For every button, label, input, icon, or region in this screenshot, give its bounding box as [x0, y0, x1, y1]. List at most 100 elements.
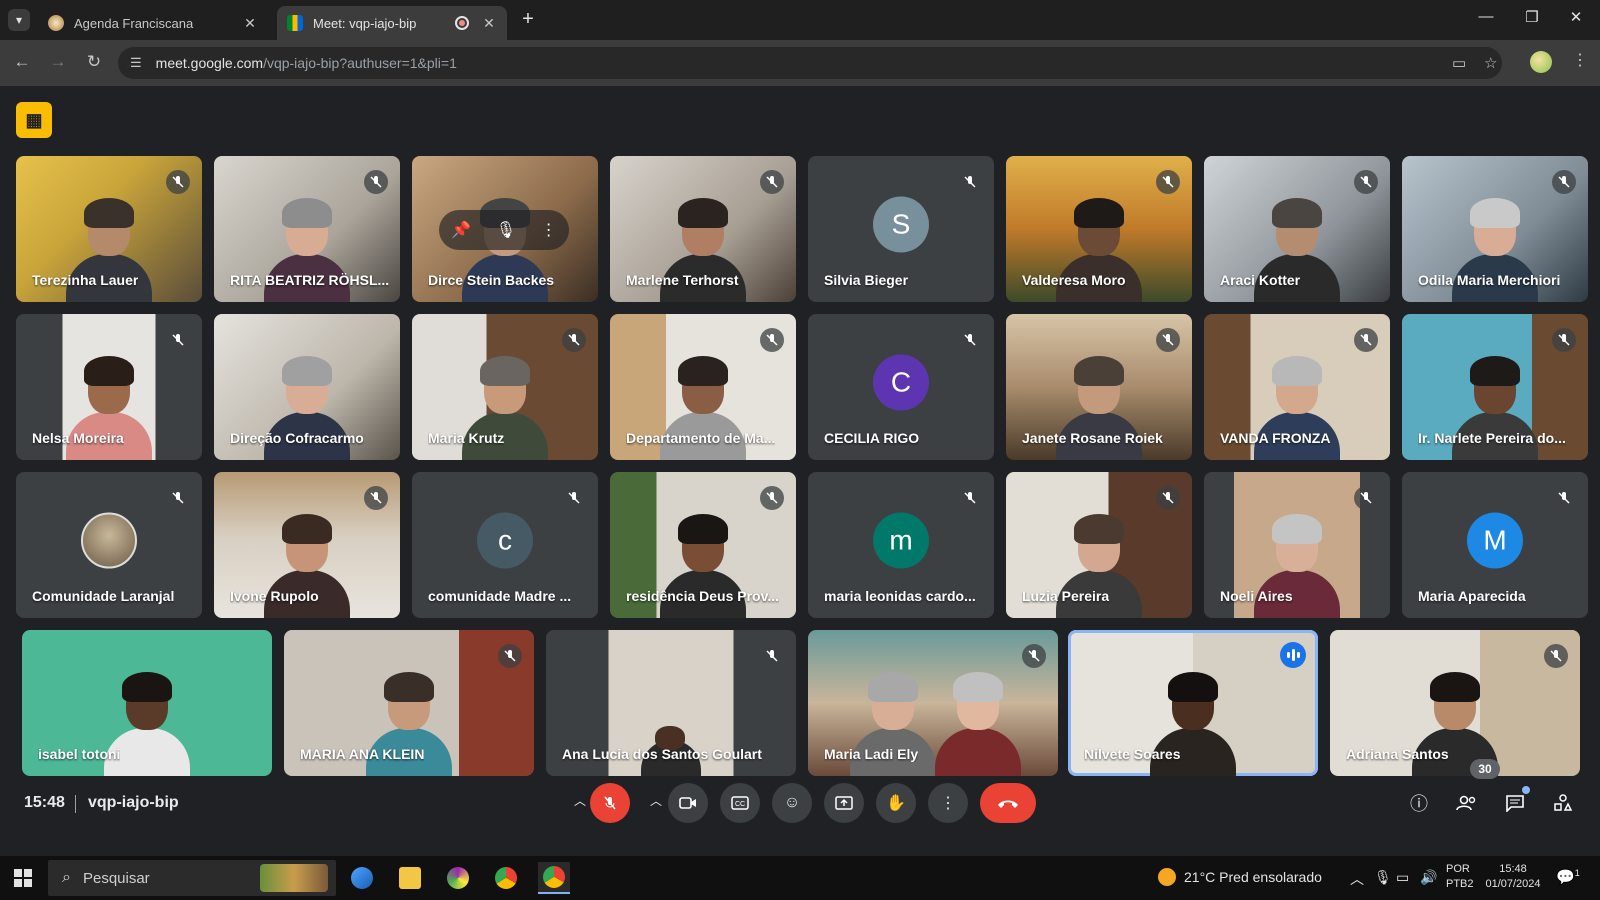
- volume-icon[interactable]: 🔊: [1420, 869, 1437, 886]
- tab-meet[interactable]: Meet: vqp-iajo-bip ✕: [277, 6, 507, 40]
- forward-icon[interactable]: →: [46, 52, 70, 72]
- muted-mic-icon: [166, 328, 190, 352]
- tab-title: Meet: vqp-iajo-bip: [313, 15, 417, 31]
- reload-icon[interactable]: ↻: [82, 52, 106, 72]
- pin-icon[interactable]: 📌: [451, 220, 471, 240]
- participant-tile[interactable]: VANDA FRONZA: [1204, 314, 1390, 460]
- participant-tile[interactable]: isabel totoni: [22, 630, 272, 776]
- participant-tile[interactable]: Noeli Aires: [1204, 472, 1390, 618]
- raise-hand-button[interactable]: ✋: [876, 783, 916, 823]
- new-tab-icon[interactable]: +: [516, 8, 540, 31]
- bookmark-star-icon[interactable]: ☆: [1484, 54, 1497, 72]
- restore-icon[interactable]: ❐: [1512, 8, 1552, 26]
- participant-tile[interactable]: Adriana Santos: [1330, 630, 1580, 776]
- participant-tile[interactable]: Maria Ladi Ely: [808, 630, 1058, 776]
- microphone-tray-icon[interactable]: 🎙: [1374, 869, 1392, 886]
- microphone-off-button[interactable]: [590, 783, 630, 823]
- people-icon[interactable]: [1454, 790, 1480, 816]
- participant-tile[interactable]: MARIA ANA KLEIN: [284, 630, 534, 776]
- speaking-indicator-icon: [1280, 642, 1306, 668]
- notification-center-icon[interactable]: 💬1: [1556, 868, 1580, 886]
- participant-tile[interactable]: Araci Kotter: [1204, 156, 1390, 302]
- participant-tile[interactable]: Direção Cofracarmo: [214, 314, 400, 460]
- site-info-icon[interactable]: ☰: [130, 55, 142, 71]
- meeting-clock: 15:48: [24, 794, 65, 811]
- participant-tile[interactable]: Ivone Rupolo: [214, 472, 400, 618]
- participant-tile[interactable]: Departamento de Ma...: [610, 314, 796, 460]
- participant-tile[interactable]: residência Deus Prov...: [610, 472, 796, 618]
- close-tab-icon[interactable]: ✕: [481, 15, 497, 32]
- participant-tile[interactable]: Comunidade Laranjal: [16, 472, 202, 618]
- network-icon[interactable]: ▭: [1396, 869, 1409, 886]
- participant-tile[interactable]: Maria Krutz: [412, 314, 598, 460]
- reactions-button[interactable]: ☺: [772, 783, 812, 823]
- participant-tile[interactable]: Marlene Terhorst: [610, 156, 796, 302]
- more-options-button[interactable]: ⋮: [928, 783, 968, 823]
- participant-tile-speaking[interactable]: Nilvete Soares: [1068, 630, 1318, 776]
- chrome-icon: [495, 867, 517, 889]
- taskbar-app-people[interactable]: [346, 862, 378, 894]
- participant-tile[interactable]: Terezinha Lauer: [16, 156, 202, 302]
- minimize-icon[interactable]: —: [1466, 8, 1506, 25]
- muted-mic-icon: [1552, 170, 1576, 194]
- cast-camera-icon[interactable]: ▭: [1452, 54, 1466, 72]
- notification-count: 1: [1574, 868, 1580, 878]
- audio-options-chevron-icon[interactable]: ︿: [574, 792, 586, 809]
- participant-tile[interactable]: m maria leonidas cardo...: [808, 472, 994, 618]
- participant-tile[interactable]: RITA BEATRIZ RÖHSL...: [214, 156, 400, 302]
- close-tab-icon[interactable]: ✕: [242, 15, 258, 32]
- tray-chevron-icon[interactable]: ︿: [1350, 869, 1364, 889]
- taskbar-clock[interactable]: 15:48 01/07/2024: [1482, 862, 1544, 892]
- tab-search-menu-icon[interactable]: ▾: [8, 9, 30, 31]
- participant-tile[interactable]: Odila Maria Merchiori: [1402, 156, 1588, 302]
- participant-tile[interactable]: Valderesa Moro: [1006, 156, 1192, 302]
- meet-stage: ▦ Terezinha Lauer RITA BEATRIZ RÖHSL... …: [0, 86, 1600, 856]
- participant-tile[interactable]: S Silvia Bieger: [808, 156, 994, 302]
- taskbar-app-pinned[interactable]: [442, 862, 474, 894]
- participant-tile[interactable]: M Maria Aparecida: [1402, 472, 1588, 618]
- participant-tile[interactable]: Luzia Pereira: [1006, 472, 1192, 618]
- leave-call-button[interactable]: [980, 783, 1036, 823]
- taskbar-app-chrome-active[interactable]: [538, 862, 570, 894]
- participant-tile[interactable]: Nelsa Moreira: [16, 314, 202, 460]
- participant-name: Janete Rosane Roiek: [1022, 430, 1163, 446]
- more-options-icon[interactable]: ⋮: [541, 220, 557, 240]
- language-indicator[interactable]: POR PTB2: [1446, 862, 1474, 892]
- captions-button[interactable]: CC: [720, 783, 760, 823]
- video-options-chevron-icon[interactable]: ︿: [650, 792, 662, 809]
- taskbar-app-explorer[interactable]: [394, 862, 426, 894]
- mic-icon[interactable]: 🎙: [496, 220, 516, 240]
- participant-tile[interactable]: Ir. Narlete Pereira do...: [1402, 314, 1588, 460]
- participant-tile[interactable]: C CECILIA RIGO: [808, 314, 994, 460]
- profile-avatar[interactable]: [1530, 51, 1552, 73]
- muted-mic-icon: [958, 486, 982, 510]
- taskbar-search[interactable]: ⌕ Pesquisar: [48, 860, 336, 896]
- clock-date: 01/07/2024: [1485, 878, 1541, 890]
- present-screen-button[interactable]: [824, 783, 864, 823]
- hand-icon: ✋: [886, 795, 906, 812]
- no-video-feed-icon[interactable]: ▦: [16, 102, 52, 138]
- back-icon[interactable]: ←: [10, 52, 34, 72]
- participant-avatar: [81, 512, 137, 569]
- activities-icon[interactable]: [1550, 790, 1576, 816]
- participant-tile[interactable]: 📌 🎙 ⋮ Dirce Stein Backes: [412, 156, 598, 302]
- present-icon: [835, 796, 853, 810]
- tile-hover-controls: 📌 🎙 ⋮: [439, 210, 569, 250]
- taskbar-app-chrome[interactable]: [490, 862, 522, 894]
- tab-agenda-franciscana[interactable]: Agenda Franciscana ✕: [38, 6, 268, 40]
- close-window-icon[interactable]: ✕: [1556, 8, 1596, 26]
- camera-button[interactable]: [668, 783, 708, 823]
- windows-start-icon[interactable]: [14, 869, 32, 887]
- weather-widget[interactable]: 21°C Pred ensolarado: [1158, 868, 1322, 886]
- muted-mic-icon: [166, 170, 190, 194]
- camera-icon: [679, 797, 696, 809]
- address-bar[interactable]: ☰ meet.google.com/vqp-iajo-bip?authuser=…: [118, 47, 1502, 79]
- participant-tile[interactable]: c comunidade Madre ...: [412, 472, 598, 618]
- participant-avatar: S: [873, 196, 929, 253]
- meeting-info-icon[interactable]: ⓘ: [1406, 790, 1432, 816]
- lang-code: POR: [1446, 863, 1470, 875]
- participant-tile[interactable]: Ana Lucia dos Santos Goulart: [546, 630, 796, 776]
- browser-menu-icon[interactable]: ⋮: [1572, 50, 1588, 70]
- weather-sun-icon: [1158, 868, 1176, 886]
- participant-tile[interactable]: Janete Rosane Roiek: [1006, 314, 1192, 460]
